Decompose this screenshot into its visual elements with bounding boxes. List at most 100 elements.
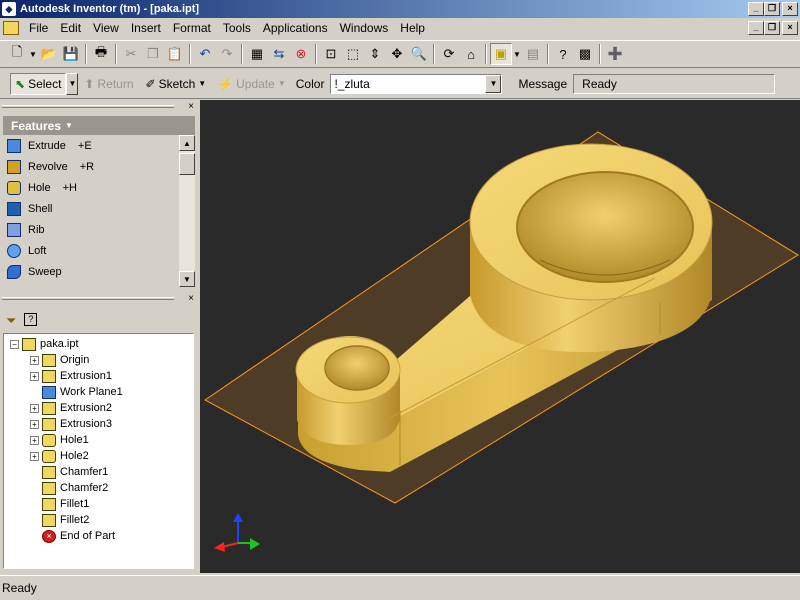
graphics-viewport[interactable]: [200, 100, 800, 573]
sketch-update-icon[interactable]: ⇆: [268, 43, 290, 65]
zoom-all-icon[interactable]: ⊡: [320, 43, 342, 65]
cut-icon[interactable]: ✂: [120, 43, 142, 65]
feature-rib[interactable]: Rib: [3, 219, 179, 240]
open-icon[interactable]: 📂: [38, 43, 60, 65]
rotate-icon[interactable]: ⟳: [438, 43, 460, 65]
copy-icon[interactable]: ❐: [142, 43, 164, 65]
sketch-dropdown-icon[interactable]: ▼: [198, 79, 206, 88]
feature-label: Extrude: [28, 139, 66, 152]
select-dropdown-icon[interactable]: ▼: [66, 72, 79, 95]
undo-icon[interactable]: ↶: [194, 43, 216, 65]
color-select[interactable]: !_zluta ▼: [330, 73, 503, 94]
tree-item-extrusion3[interactable]: + Extrusion3: [4, 416, 193, 432]
tree-item-fillet1[interactable]: Fillet1: [4, 496, 193, 512]
new-file-icon[interactable]: 🗋: [6, 43, 28, 65]
panel-grip[interactable]: [2, 105, 174, 108]
parameters-icon[interactable]: ▦: [246, 43, 268, 65]
filter-icon[interactable]: ⏷: [6, 313, 16, 329]
expand-icon[interactable]: +: [30, 435, 39, 445]
doc-close-button[interactable]: ×: [782, 21, 798, 35]
rib-icon: [7, 222, 21, 237]
tree-item-work-plane1[interactable]: Work Plane1: [4, 384, 193, 400]
expand-icon[interactable]: +: [30, 403, 39, 413]
panel-grip[interactable]: [2, 297, 174, 300]
display-dropdown-icon[interactable]: ▼: [512, 43, 522, 65]
zoom-icon[interactable]: ⇕: [364, 43, 386, 65]
tree-item-hole1[interactable]: + Hole1: [4, 432, 193, 448]
update-dropdown-icon[interactable]: ▼: [278, 79, 286, 88]
menu-applications[interactable]: Applications: [257, 21, 334, 35]
look-at-icon[interactable]: ⌂: [460, 43, 482, 65]
analysis-icon[interactable]: ⊗: [290, 43, 312, 65]
redo-icon[interactable]: ↷: [216, 43, 238, 65]
minimize-button[interactable]: _: [748, 2, 764, 16]
feature-hole[interactable]: Hole +H: [3, 177, 179, 198]
zoom-window-icon[interactable]: ⬚: [342, 43, 364, 65]
update-button[interactable]: ⚡ Update ▼: [212, 73, 292, 95]
plus-icon[interactable]: ✚: [604, 43, 626, 65]
toolbar-separator: [85, 44, 87, 64]
print-icon[interactable]: 🖶: [90, 43, 112, 65]
doc-minimize-button[interactable]: _: [748, 21, 764, 35]
help-icon[interactable]: ?: [552, 43, 574, 65]
expand-icon[interactable]: +: [30, 451, 39, 461]
expand-icon[interactable]: +: [30, 355, 39, 365]
doc-restore-button[interactable]: ❐: [764, 21, 780, 35]
new-dropdown-icon[interactable]: ▼: [28, 43, 38, 65]
toolbar-separator: [485, 44, 487, 64]
menu-help[interactable]: Help: [394, 21, 431, 35]
scroll-down-icon[interactable]: ▼: [179, 271, 195, 287]
browser-help-icon[interactable]: ?: [24, 313, 38, 326]
features-title: Features: [11, 118, 62, 133]
features-scrollbar[interactable]: ▲ ▼: [179, 135, 195, 287]
features-list: Extrude +E Revolve +R Hole +H Shell Rib …: [3, 135, 179, 287]
menu-view[interactable]: View: [87, 21, 125, 35]
expand-icon[interactable]: +: [30, 419, 39, 429]
menu-file[interactable]: File: [23, 21, 54, 35]
tree-item-hole2[interactable]: + Hole2: [4, 448, 193, 464]
menu-format[interactable]: Format: [167, 21, 217, 35]
tree-item-origin[interactable]: + Origin: [4, 352, 193, 368]
menu-insert[interactable]: Insert: [125, 21, 167, 35]
tree-item-chamfer2[interactable]: Chamfer2: [4, 480, 193, 496]
menu-windows[interactable]: Windows: [334, 21, 395, 35]
color-dropdown-icon[interactable]: ▼: [485, 74, 502, 93]
zoom-selected-icon[interactable]: 🔍: [408, 43, 430, 65]
pan-icon[interactable]: ✥: [386, 43, 408, 65]
tree-item-extrusion2[interactable]: + Extrusion2: [4, 400, 193, 416]
restore-button[interactable]: ❐: [764, 2, 780, 16]
close-button[interactable]: ×: [782, 2, 798, 16]
inventor-app-icon[interactable]: ◆: [2, 2, 16, 16]
tree-item-fillet2[interactable]: Fillet2: [4, 512, 193, 528]
browser-close-icon[interactable]: ×: [188, 293, 194, 304]
tree-item-extrusion1[interactable]: + Extrusion1: [4, 368, 193, 384]
sketch-button[interactable]: ✐ Sketch ▼: [140, 73, 213, 95]
document-icon[interactable]: [3, 21, 19, 35]
feature-revolve[interactable]: Revolve +R: [3, 156, 179, 177]
scroll-thumb[interactable]: [179, 153, 195, 175]
shaded-display-icon[interactable]: ▣: [490, 43, 512, 65]
feature-shell[interactable]: Shell: [3, 198, 179, 219]
paste-icon[interactable]: 📋: [164, 43, 186, 65]
menu-tools[interactable]: Tools: [217, 21, 257, 35]
features-close-icon[interactable]: ×: [188, 101, 194, 112]
feature-loft[interactable]: Loft: [3, 240, 179, 261]
return-button[interactable]: ⬆ Return: [78, 73, 139, 95]
tree-item-end-of-part[interactable]: × End of Part: [4, 528, 193, 544]
features-dropdown-icon[interactable]: ▼: [65, 121, 73, 130]
menu-edit[interactable]: Edit: [54, 21, 87, 35]
collapse-icon[interactable]: −: [10, 339, 19, 349]
calculator-icon[interactable]: ▩: [574, 43, 596, 65]
features-header[interactable]: Features ▼: [3, 116, 195, 135]
end-of-part-icon: ×: [42, 529, 56, 543]
tree-root[interactable]: − paka.ipt: [4, 336, 193, 352]
hole-icon: [42, 449, 56, 463]
save-icon[interactable]: 💾: [60, 43, 82, 65]
select-button[interactable]: ⬉ Select: [10, 72, 67, 95]
feature-extrude[interactable]: Extrude +E: [3, 135, 179, 156]
scroll-up-icon[interactable]: ▲: [179, 135, 195, 151]
expand-icon[interactable]: +: [30, 371, 39, 381]
feature-sweep[interactable]: Sweep: [3, 261, 179, 282]
tree-item-chamfer1[interactable]: Chamfer1: [4, 464, 193, 480]
camera-icon[interactable]: ▤: [522, 43, 544, 65]
